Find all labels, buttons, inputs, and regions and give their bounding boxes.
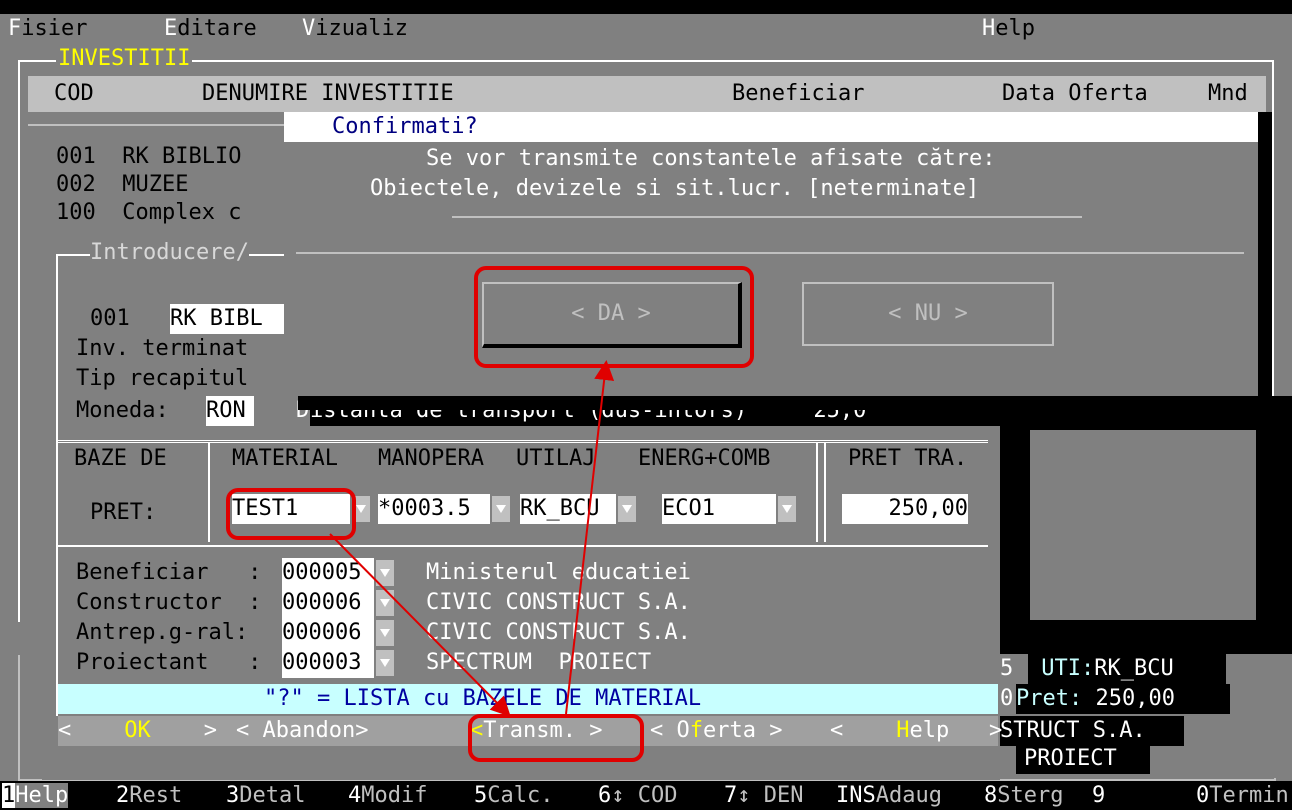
dos-screen: Fisier Editare Vizualiz Help INVESTITII … <box>0 0 1292 810</box>
fkey-help[interactable]: 1Help <box>2 781 69 810</box>
annotation-arrows <box>329 360 615 717</box>
fkey-cod[interactable]: 6↕ COD <box>598 781 677 810</box>
arrow-transm-to-yes <box>565 360 615 715</box>
fkey-sterg[interactable]: 8Sterg <box>984 781 1063 810</box>
fkey-den[interactable]: 7↕ DEN <box>724 781 803 810</box>
fkey-termin[interactable]: 0Termin <box>1196 781 1289 810</box>
fkey-bar: 1Help 2Rest 3Detal 4Modif 5Calc. 6↕ COD … <box>0 781 1292 810</box>
fkey-modif[interactable]: 4Modif <box>348 781 427 810</box>
fkey-rest[interactable]: 2Rest <box>116 781 182 810</box>
fkey-adaug[interactable]: INSAdaug <box>836 781 942 810</box>
arrow-material-to-transm <box>329 533 511 717</box>
fkey-detal[interactable]: 3Detal <box>226 781 305 810</box>
fkey-9[interactable]: 9 <box>1092 781 1105 810</box>
fkey-calc[interactable]: 5Calc. <box>474 781 553 810</box>
